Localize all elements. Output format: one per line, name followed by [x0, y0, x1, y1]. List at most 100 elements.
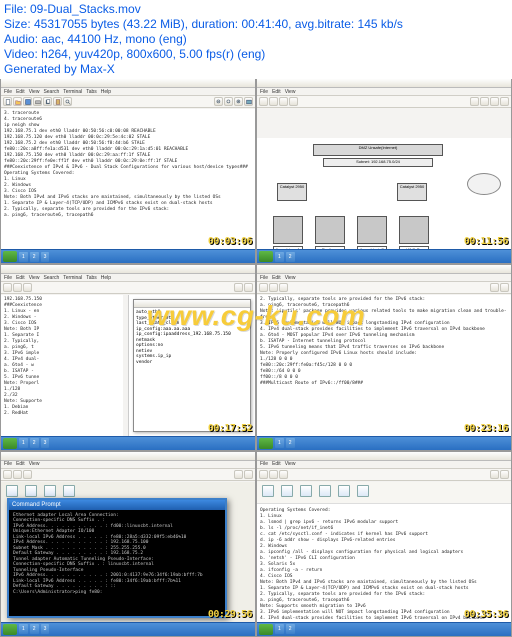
- new-file-icon[interactable]: [259, 283, 268, 292]
- menu-file[interactable]: File: [4, 461, 12, 467]
- taskbar[interactable]: 1 2 3: [1, 249, 255, 263]
- menu-tabs[interactable]: Tabs: [86, 275, 97, 281]
- menu-view[interactable]: View: [29, 461, 40, 467]
- window-titlebar[interactable]: [1, 452, 255, 461]
- menu-search[interactable]: Search: [43, 89, 59, 95]
- menu-file[interactable]: File: [4, 89, 12, 95]
- screenshot-icon[interactable]: [500, 283, 509, 292]
- file-icon[interactable]: [317, 485, 333, 503]
- start-button[interactable]: [3, 251, 17, 262]
- taskbar-item[interactable]: 3: [41, 252, 50, 262]
- command-prompt-window[interactable]: Command Prompt Ethernet adapter Local Ar…: [7, 498, 227, 618]
- menu-edit[interactable]: Edit: [272, 89, 281, 95]
- open-icon[interactable]: [269, 283, 278, 292]
- menu-file[interactable]: File: [260, 461, 268, 467]
- window-titlebar[interactable]: [257, 452, 511, 461]
- desktop-area[interactable]: Command Prompt Ethernet adapter Local Ar…: [1, 482, 255, 622]
- taskbar-item[interactable]: 1: [275, 252, 284, 262]
- file-icon[interactable]: [298, 485, 314, 503]
- menubar[interactable]: File Edit View Search Terminal Tabs Help: [1, 88, 255, 96]
- taskbar-item[interactable]: 3: [41, 438, 50, 448]
- file-icon[interactable]: [336, 485, 352, 503]
- taskbar-item[interactable]: 3: [41, 624, 50, 634]
- menu-terminal[interactable]: Terminal: [63, 275, 82, 281]
- taskbar-item[interactable]: 2: [30, 252, 39, 262]
- zoom-reset-icon[interactable]: [224, 97, 233, 106]
- menubar[interactable]: File Edit View Search Terminal Tabs Help: [1, 274, 255, 282]
- new-file-icon[interactable]: [3, 97, 12, 106]
- menu-file[interactable]: File: [260, 89, 268, 95]
- menu-help[interactable]: Help: [101, 275, 111, 281]
- menu-view[interactable]: View: [285, 461, 296, 467]
- taskbar-item[interactable]: 2: [286, 624, 295, 634]
- start-button[interactable]: [259, 438, 273, 449]
- open-icon[interactable]: [269, 97, 278, 106]
- save-icon[interactable]: [279, 283, 288, 292]
- new-file-icon[interactable]: [259, 470, 268, 479]
- save-icon[interactable]: [23, 283, 32, 292]
- command-prompt-body[interactable]: Ethernet adapter Local Area Connection: …: [9, 510, 225, 599]
- window-titlebar[interactable]: [257, 265, 511, 274]
- open-icon[interactable]: [13, 97, 22, 106]
- save-icon[interactable]: [279, 470, 288, 479]
- file-icon[interactable]: [279, 485, 295, 503]
- open-icon[interactable]: [269, 470, 278, 479]
- open-icon[interactable]: [13, 470, 22, 479]
- file-icon[interactable]: [355, 485, 371, 503]
- menu-view[interactable]: View: [285, 275, 296, 281]
- taskbar[interactable]: 1 2 3: [1, 436, 255, 450]
- new-file-icon[interactable]: [3, 283, 12, 292]
- taskbar-item[interactable]: 2: [286, 252, 295, 262]
- menu-edit[interactable]: Edit: [272, 461, 281, 467]
- zoom-out-icon[interactable]: [470, 97, 479, 106]
- menubar[interactable]: File Edit View: [1, 461, 255, 469]
- zoom-reset-icon[interactable]: [480, 97, 489, 106]
- zoom-out-icon[interactable]: [214, 97, 223, 106]
- menu-tabs[interactable]: Tabs: [86, 89, 97, 95]
- copy-icon[interactable]: [43, 97, 52, 106]
- zoom-in-icon[interactable]: [234, 97, 243, 106]
- zoom-in-icon[interactable]: [234, 470, 243, 479]
- new-file-icon[interactable]: [3, 470, 12, 479]
- menubar[interactable]: File Edit View: [257, 461, 511, 469]
- save-icon[interactable]: [279, 97, 288, 106]
- menu-view[interactable]: View: [29, 275, 40, 281]
- screenshot-icon[interactable]: [244, 470, 253, 479]
- window-titlebar[interactable]: [257, 79, 511, 88]
- menu-file[interactable]: File: [4, 275, 12, 281]
- screenshot-icon[interactable]: [244, 283, 253, 292]
- editor-left-pane[interactable]: 192.168.75.150###Coexistence1. Linux - e…: [1, 295, 123, 435]
- taskbar-item[interactable]: 1: [19, 624, 28, 634]
- screenshot-icon[interactable]: [244, 97, 253, 106]
- save-icon[interactable]: [23, 470, 32, 479]
- open-icon[interactable]: [13, 283, 22, 292]
- menu-file[interactable]: File: [260, 275, 268, 281]
- save-icon[interactable]: [23, 97, 32, 106]
- menu-help[interactable]: Help: [101, 89, 111, 95]
- menu-view[interactable]: View: [29, 89, 40, 95]
- start-button[interactable]: [3, 438, 17, 449]
- file-icon[interactable]: [260, 485, 276, 503]
- print-icon[interactable]: [289, 97, 298, 106]
- print-icon[interactable]: [33, 97, 42, 106]
- taskbar-item[interactable]: 2: [30, 624, 39, 634]
- zoom-in-icon[interactable]: [490, 97, 499, 106]
- start-button[interactable]: [3, 624, 17, 635]
- menu-edit[interactable]: Edit: [272, 275, 281, 281]
- editor-body[interactable]: 3. traceroute4. traceroute6ip neigh show…: [1, 109, 255, 249]
- taskbar-item[interactable]: 1: [19, 252, 28, 262]
- find-icon[interactable]: [63, 97, 72, 106]
- new-file-icon[interactable]: [259, 97, 268, 106]
- zoom-in-icon[interactable]: [490, 283, 499, 292]
- screenshot-icon[interactable]: [500, 470, 509, 479]
- menu-terminal[interactable]: Terminal: [63, 89, 82, 95]
- start-button[interactable]: [259, 251, 273, 262]
- menubar[interactable]: File Edit View: [257, 88, 511, 96]
- screenshot-icon[interactable]: [500, 97, 509, 106]
- menu-search[interactable]: Search: [43, 275, 59, 281]
- taskbar[interactable]: 1 2: [257, 622, 511, 636]
- zoom-in-icon[interactable]: [490, 470, 499, 479]
- zoom-in-icon[interactable]: [234, 283, 243, 292]
- window-titlebar[interactable]: [1, 265, 255, 274]
- paste-icon[interactable]: [53, 97, 62, 106]
